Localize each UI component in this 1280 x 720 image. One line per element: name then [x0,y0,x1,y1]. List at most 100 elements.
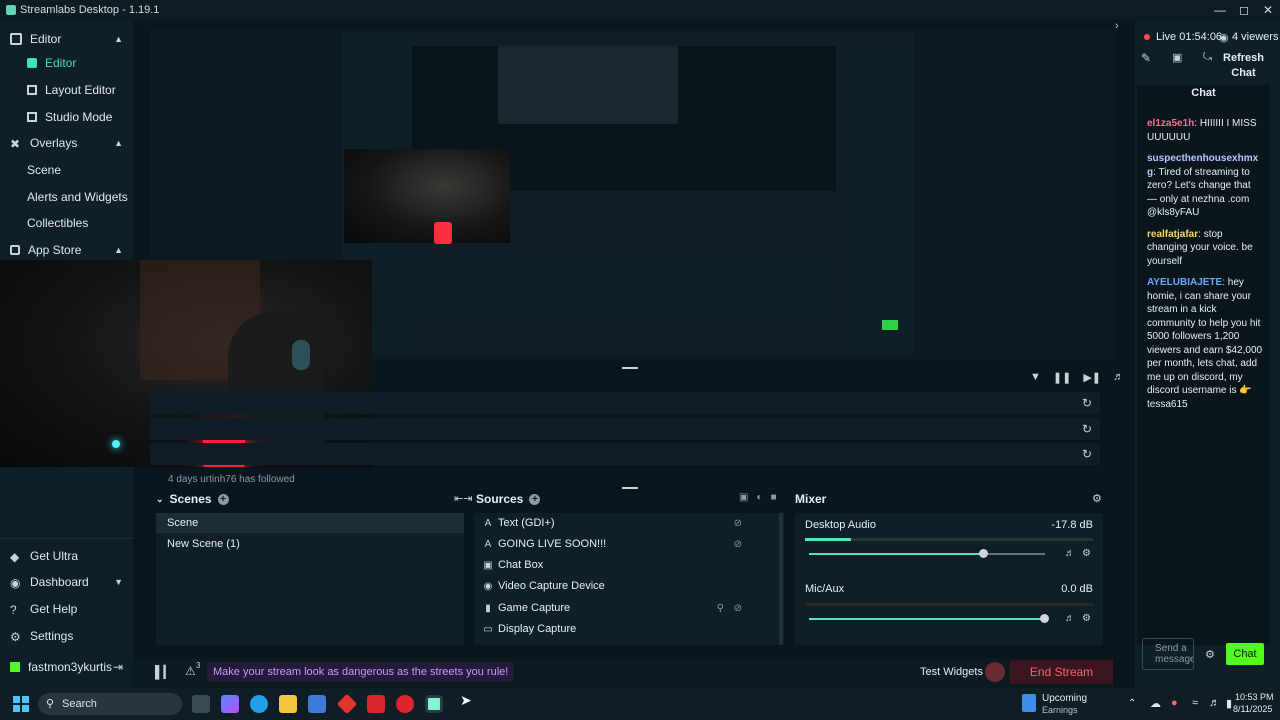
fader-knob[interactable] [979,549,988,558]
list-item[interactable]: ▮ Game Capture ⚲ ⊘ [474,598,774,618]
shield-app-icon[interactable] [367,695,385,713]
sidebar-item-studio-mode[interactable]: Studio Mode [0,104,133,130]
tray-app-icon[interactable]: ☁ [1150,697,1161,710]
skip-icon[interactable]: ▶❚ [1083,371,1101,384]
copilot-icon[interactable] [221,695,239,713]
sidebar-item-layout-editor[interactable]: Layout Editor [0,77,133,103]
list-item[interactable]: ▭ Display Capture [474,619,774,639]
eye-slash-icon[interactable]: ⊘ [734,539,742,550]
sidebar-item-editor[interactable]: Editor [0,50,133,76]
news-title[interactable]: Upcoming [1042,693,1087,704]
file-explorer-icon[interactable] [279,695,297,713]
scene-transition-icon[interactable]: ⇤⇥ [454,492,472,505]
replay-icon[interactable]: ↻ [1082,447,1092,461]
mouse-cursor-icon: ➤ [460,692,472,708]
task-view-icon[interactable] [192,695,210,713]
gear-icon[interactable]: ⚙ [1092,492,1102,505]
eye-slash-icon[interactable]: ◐ [756,492,762,503]
gear-icon[interactable]: ⚙ [1082,613,1091,624]
rec-button[interactable] [985,662,1005,682]
sidebar-label: App Store [28,243,82,257]
filter-icon[interactable]: ▼ [1030,371,1041,384]
chevron-down-icon[interactable]: ⌄ [156,494,164,505]
logout-icon[interactable]: ⇥ [113,660,123,674]
resize-handle[interactable] [622,487,638,489]
opera-icon[interactable] [396,695,414,713]
volume-icon[interactable]: ♬ [1209,697,1220,709]
stats-icon[interactable]: ▌▎ [155,665,173,679]
promo-banner[interactable]: Make your stream look as dangerous as th… [207,662,515,682]
news-sub: Earnings [1042,705,1078,715]
popout-icon[interactable]: ▣ [1172,51,1182,64]
taskbar-search[interactable]: ⚲ Search [38,693,182,715]
chat-message: AYELUBIAJETE: hey homie, i can share you… [1147,277,1263,410]
clock-time[interactable]: 10:53 PM [1235,692,1274,702]
sidebar-section-overlays[interactable]: ✖ Overlays ▲ [0,130,133,156]
end-stream-button[interactable]: End Stream [1010,660,1113,684]
chat-input[interactable]: Send a message [1142,638,1194,670]
list-item[interactable]: ▣ Chat Box [474,555,774,575]
sidebar-item-dashboard[interactable]: ◉ Dashboard ▼ [0,569,133,595]
gear-icon[interactable]: ⚙ [1205,648,1215,661]
list-item[interactable]: A GOING LIVE SOON!!! ⊘ [474,534,774,554]
display-capture-preview [342,32,914,354]
speaker-muted-icon[interactable]: ♬ [1065,613,1075,624]
alert-icon[interactable]: ⚠ [185,664,196,678]
chevron-up-icon[interactable]: ⌃ [1128,698,1136,709]
activity-row: ↻ [150,392,1100,414]
chat-title: Chat [1191,87,1216,99]
streamlabs-taskbar-icon[interactable] [425,695,443,713]
windows-start-icon[interactable] [13,696,29,712]
add-source-icon[interactable]: + [529,493,541,505]
refresh-chat-button[interactable]: Refresh Chat [1216,51,1271,81]
speaker-icon[interactable]: ♬ [1065,548,1075,559]
chat-user[interactable]: AYELUBIAJETE [1147,277,1222,288]
microphone-icon[interactable]: ● [1171,697,1178,709]
eye-slash-icon[interactable]: ⊘ [734,603,742,614]
list-item[interactable]: Scene [156,513,464,533]
lock-icon[interactable]: ⚲ [717,603,724,614]
news-icon[interactable] [1022,694,1036,712]
source-settings-icon[interactable]: ▣ [739,492,748,503]
pause-icon[interactable]: ❚❚ [1053,371,1071,384]
chat-user[interactable]: realfatjafar [1147,229,1198,240]
gear-icon[interactable]: ⚙ [1082,548,1091,559]
scrollbar[interactable] [779,513,783,645]
sidebar-item-scene[interactable]: Scene [0,157,133,183]
pencil-icon[interactable]: ✎ [1141,51,1151,65]
sidebar-item-collectibles[interactable]: Collectibles [0,210,133,236]
edge-icon[interactable] [250,695,268,713]
minimize-icon[interactable]: — [1208,0,1232,20]
chevron-right-icon[interactable]: › [1115,20,1119,32]
sidebar-user[interactable]: fastmon3ykurtis ⇥ [0,654,133,680]
store-icon[interactable] [308,695,326,713]
list-item[interactable]: ◉ Video Capture Device [474,576,774,596]
sidebar-item-get-help[interactable]: ? Get Help [0,596,133,622]
sidebar-item-get-ultra[interactable]: ◆ Get Ultra [0,543,133,569]
camera-icon: ◉ [483,580,493,592]
list-item[interactable]: A Text (GDI+) ⊘ [474,513,774,533]
list-item[interactable]: New Scene (1) [156,534,464,554]
sidebar-section-editor[interactable]: Editor ▲ [0,26,133,52]
add-scene-icon[interactable]: + [217,493,229,505]
close-icon[interactable]: ✕ [1256,0,1280,20]
folder-icon[interactable]: ■ [771,492,777,503]
volume-icon[interactable]: ♬ [1113,371,1124,384]
maximize-icon[interactable]: ◻ [1232,0,1256,20]
wifi-icon[interactable]: ≈ [1192,697,1198,709]
chat-text: hey homie, i can share your stream in a … [1147,277,1263,410]
fader-knob[interactable] [1040,614,1049,623]
resize-handle[interactable] [622,367,638,369]
sidebar-item-alerts-widgets[interactable]: Alerts and Widgets [0,184,133,210]
replay-icon[interactable]: ↻ [1082,396,1092,410]
battery-icon[interactable]: ▮ [1226,697,1232,710]
replay-icon[interactable]: ↻ [1082,422,1092,436]
end-stream-label: End Stream [1029,665,1094,679]
share-icon[interactable]: ⤿ [1203,51,1212,64]
chat-user[interactable]: el1za5e1h [1147,118,1194,129]
eye-slash-icon[interactable]: ⊘ [734,518,742,529]
test-widgets-button[interactable]: Test Widgets [920,666,983,678]
audio-mixer: Desktop Audio -17.8 dB ♬ ⚙ Mic/Aux 0.0 d… [795,513,1103,645]
sidebar-item-settings[interactable]: ⚙ Settings [0,623,133,649]
chat-send-button[interactable]: Chat [1226,643,1264,665]
